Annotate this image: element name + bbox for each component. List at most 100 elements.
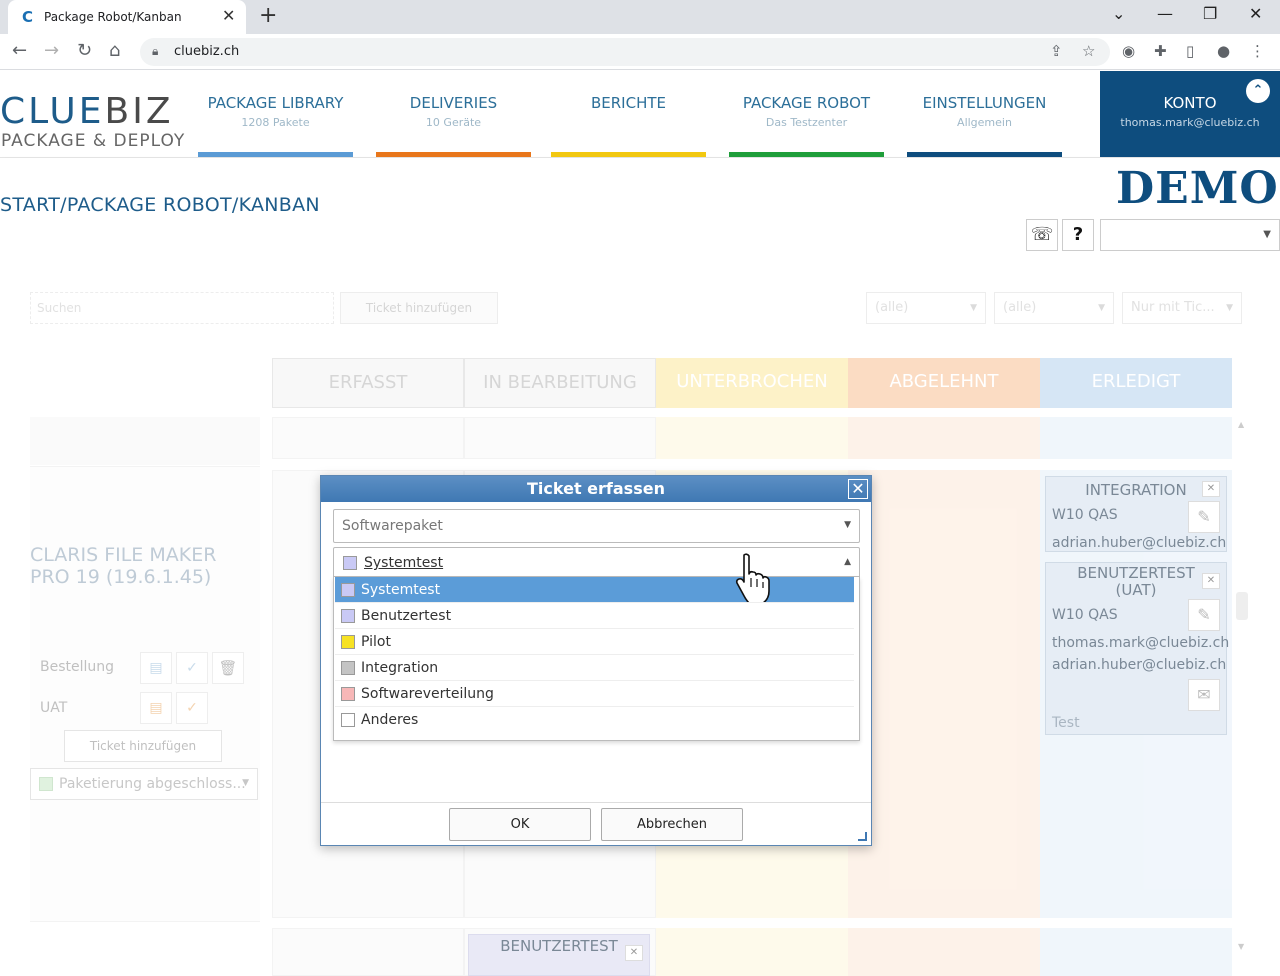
card-user: adrian.huber@cluebiz.ch — [1052, 535, 1227, 551]
logo-biz: BIZ — [104, 91, 174, 132]
filter-select-1[interactable]: (alle) ▼ — [866, 292, 986, 324]
ok-button[interactable]: OK — [449, 808, 591, 841]
nav-label: EINSTELLUNGEN — [922, 94, 1047, 112]
nav-einstellungen[interactable]: EINSTELLUNGEN Allgemein — [907, 71, 1062, 157]
left-row-bg — [30, 417, 260, 465]
nav-package-library[interactable]: PACKAGE LIBRARY 1208 Pakete — [198, 71, 353, 157]
breadcrumb[interactable]: START/PACKAGE ROBOT/KANBAN — [0, 194, 320, 216]
col-bg — [1040, 417, 1232, 459]
scroll-down-icon[interactable]: ▼ — [1238, 942, 1244, 951]
option-systemtest[interactable]: Systemtest — [335, 577, 854, 603]
side-panel-icon[interactable]: ▯ — [1186, 42, 1194, 60]
status-swatch — [39, 777, 53, 791]
help-icon[interactable]: ? — [1062, 219, 1094, 251]
option-label: Softwareverteilung — [361, 686, 494, 702]
close-icon[interactable]: ✕ — [1202, 481, 1220, 497]
nav-konto[interactable]: ⌃ KONTO thomas.mark@cluebiz.ch — [1100, 71, 1280, 157]
nav-underline — [376, 152, 531, 157]
option-anderes[interactable]: Anderes — [335, 707, 854, 733]
pdf-document-icon[interactable]: ▤ — [140, 652, 172, 684]
close-window-icon[interactable]: ✕ — [1249, 4, 1262, 24]
filter-value: Nur mit Tic... — [1131, 300, 1215, 315]
browser-tab[interactable]: C Package Robot/Kanban ✕ — [8, 0, 246, 34]
filter-select-3[interactable]: Nur mit Tic... ▼ — [1122, 292, 1242, 324]
nav-sub: Allgemein — [957, 116, 1012, 129]
trash-icon[interactable]: 🗑︎ — [212, 652, 244, 684]
pdf-document-icon[interactable]: ▤ — [140, 692, 172, 724]
ticket-card-benutzertest[interactable]: BENUTZERTEST (UAT) ✕ W10 QAS ✎ thomas.ma… — [1045, 562, 1230, 735]
restore-icon[interactable]: ❐ — [1203, 4, 1217, 24]
breadcrumb-bar: START/PACKAGE ROBOT/KANBAN DEMO ☏ ? ▼ — [0, 158, 1280, 254]
checklist-icon[interactable]: ✓ — [176, 692, 208, 724]
cluebiz-favicon-icon: C — [22, 8, 34, 26]
nav-underline — [198, 152, 353, 157]
dialog-close-icon[interactable]: ✕ — [848, 479, 868, 499]
package-name[interactable]: CLARIS FILE MAKER PRO 19 (19.6.1.45) — [30, 544, 250, 588]
ticket-icon[interactable]: ✎ — [1188, 501, 1220, 533]
status-select[interactable]: Paketierung abgeschloss... ▼ — [30, 768, 258, 800]
add-ticket-row-button[interactable]: Ticket hinzufügen — [64, 730, 222, 762]
logo[interactable]: CLUEBIZ — [0, 91, 173, 132]
chevron-down-icon: ▼ — [242, 778, 249, 788]
mail-icon[interactable]: ✉ — [1188, 679, 1220, 711]
nav-deliveries[interactable]: DELIVERIES 10 Geräte — [376, 71, 531, 157]
scroll-up-icon[interactable]: ▲ — [1238, 420, 1244, 429]
option-pilot[interactable]: Pilot — [335, 629, 854, 655]
extensions-puzzle-icon[interactable]: ✚ — [1154, 42, 1167, 60]
filter-select-2[interactable]: (alle) ▼ — [994, 292, 1114, 324]
uat-label: UAT — [40, 700, 68, 716]
home-icon[interactable]: ⌂ — [109, 40, 120, 62]
col-bg — [848, 470, 1040, 918]
resize-grip-icon[interactable] — [858, 832, 867, 841]
reload-icon[interactable]: ↻ — [77, 40, 92, 62]
add-ticket-button[interactable]: Ticket hinzufügen — [340, 292, 498, 324]
option-softwareverteilung[interactable]: Softwareverteilung — [335, 681, 854, 707]
card-note: Test — [1052, 715, 1080, 731]
phone-support-icon[interactable]: ☏ — [1026, 219, 1058, 251]
browser-menu-icon[interactable]: ⋮ — [1250, 42, 1265, 60]
chevron-down-icon: ▼ — [1263, 229, 1271, 240]
ticket-type-value: Systemtest — [364, 555, 444, 571]
scrollbar-thumb[interactable] — [1236, 592, 1248, 620]
option-integration[interactable]: Integration — [335, 655, 854, 681]
col-bg — [1040, 928, 1232, 976]
cancel-button[interactable]: Abbrechen — [601, 808, 743, 841]
option-benutzertest[interactable]: Benutzertest — [335, 603, 854, 629]
nav-label: PACKAGE ROBOT — [742, 94, 871, 112]
forward-icon[interactable]: → — [44, 40, 59, 62]
search-input[interactable]: Suchen — [30, 292, 334, 324]
new-tab-icon[interactable]: + — [259, 5, 277, 27]
status-value: Paketierung abgeschloss... — [59, 776, 246, 792]
app-header: CLUEBIZ PACKAGE & DEPLOY PACKAGE LIBRARY… — [0, 71, 1280, 158]
package-select[interactable]: Softwarepaket ▼ — [333, 509, 860, 543]
close-icon[interactable]: ✕ — [625, 945, 643, 961]
option-swatch — [341, 661, 355, 675]
back-icon[interactable]: ← — [12, 40, 27, 62]
color-extension-icon[interactable]: ◉ — [1122, 42, 1135, 60]
address-bar[interactable]: 🔒︎ cluebiz.ch — [140, 38, 1110, 66]
ticket-card-benutzertest-2[interactable]: BENUTZERTEST ✕ — [468, 934, 650, 976]
option-swatch — [341, 583, 355, 597]
nav-label: PACKAGE LIBRARY — [207, 94, 344, 112]
card-user: thomas.mark@cluebiz.ch — [1052, 635, 1230, 651]
dialog-header[interactable]: Ticket erfassen ✕ — [321, 476, 871, 502]
nav-package-robot[interactable]: PACKAGE ROBOT Das Testzenter — [729, 71, 884, 157]
profile-avatar-icon[interactable]: ● — [1217, 42, 1230, 60]
tab-search-icon[interactable]: ⌄ — [1112, 4, 1125, 24]
close-icon[interactable]: ✕ — [1202, 573, 1220, 589]
nav-berichte[interactable]: BERICHTE — [551, 71, 706, 157]
top-select[interactable]: ▼ — [1100, 219, 1280, 251]
ticket-card-integration[interactable]: INTEGRATION ✕ W10 QAS ✎ adrian.huber@clu… — [1045, 476, 1227, 552]
column-header-in-bearbeitung: IN BEARBEITUNG — [464, 358, 656, 408]
lock-icon: 🔒︎ — [152, 44, 159, 58]
bookmark-star-icon[interactable]: ☆ — [1082, 42, 1095, 60]
checklist-icon[interactable]: ✓ — [176, 652, 208, 684]
chevron-up-icon: ▲ — [844, 557, 851, 567]
ticket-type-select[interactable]: Systemtest ▲ — [333, 547, 860, 577]
ticket-icon[interactable]: ✎ — [1188, 599, 1220, 631]
option-label: Anderes — [361, 712, 419, 728]
nav-sub: 1208 Pakete — [241, 116, 310, 129]
share-icon[interactable]: ⇪ — [1050, 42, 1063, 60]
minimize-icon[interactable]: — — [1157, 4, 1173, 24]
close-tab-icon[interactable]: ✕ — [222, 7, 235, 25]
